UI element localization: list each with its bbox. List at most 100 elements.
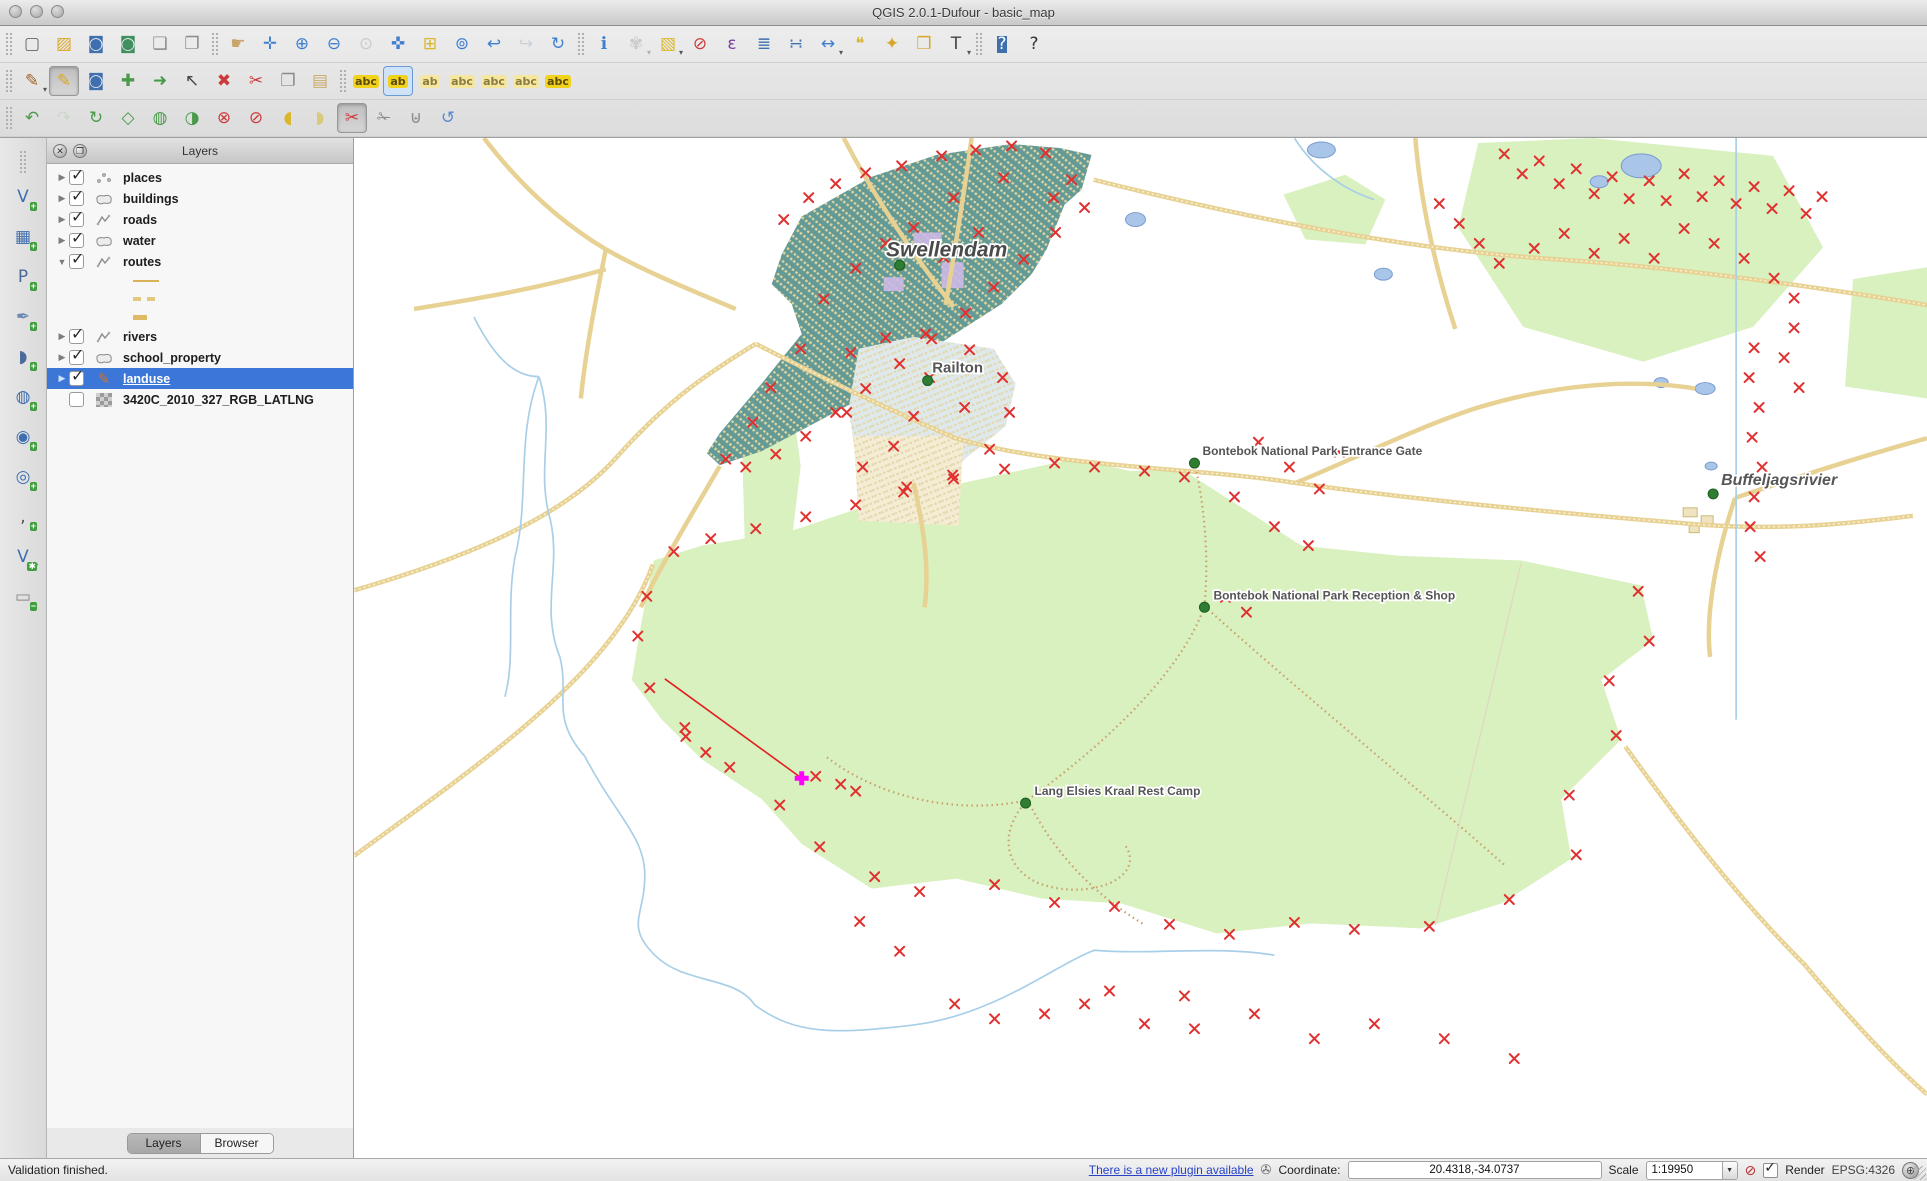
- remove-layer-button[interactable]: ▭−: [8, 582, 38, 612]
- scale-dropdown-icon[interactable]: ▼: [1722, 1162, 1737, 1179]
- layer-item-buildings[interactable]: ▶✓buildings: [47, 188, 353, 209]
- layer-item-school_property[interactable]: ▶✓school_property: [47, 347, 353, 368]
- new-project-button[interactable]: ▢: [17, 29, 47, 59]
- pan-map-button[interactable]: ☛: [223, 29, 253, 59]
- layer-visibility-checkbox[interactable]: ✓: [69, 212, 84, 227]
- pan-to-selection-button[interactable]: ✛: [255, 29, 285, 59]
- current-edits-button[interactable]: ✎▾: [17, 66, 47, 96]
- delete-selected-button[interactable]: ✖: [209, 66, 239, 96]
- rotate-point-symbols-button[interactable]: ↺: [433, 103, 463, 133]
- panel-tab-browser[interactable]: Browser: [200, 1134, 273, 1153]
- split-parts-button[interactable]: ✁: [369, 103, 399, 133]
- add-ring-button[interactable]: ◍: [145, 103, 175, 133]
- add-mssql-layer-button[interactable]: ◗+: [8, 342, 38, 372]
- run-feature-action-button[interactable]: ✾▾: [621, 29, 651, 59]
- layer-item-rivers[interactable]: ▶✓rivers: [47, 326, 353, 347]
- redo-button[interactable]: ↷: [49, 103, 79, 133]
- change-label-properties-button[interactable]: abc: [543, 66, 573, 96]
- layer-visibility-checkbox[interactable]: ✓: [69, 329, 84, 344]
- toolbar-handle[interactable]: [5, 106, 13, 130]
- layer-item-places[interactable]: ▶✓places: [47, 167, 353, 188]
- layer-item-routes[interactable]: ▼✓routes: [47, 251, 353, 272]
- resize-grip[interactable]: [1912, 1166, 1926, 1180]
- reshape-features-button[interactable]: ◖: [273, 103, 303, 133]
- scale-combo[interactable]: 1:19950 ▼: [1646, 1161, 1738, 1180]
- dropdown-arrow-icon[interactable]: ▾: [839, 48, 843, 57]
- new-plugin-link[interactable]: There is a new plugin available: [1089, 1163, 1254, 1177]
- toolbar-handle[interactable]: [577, 32, 585, 56]
- new-print-composer-button[interactable]: ❏: [145, 29, 175, 59]
- dropdown-arrow-icon[interactable]: ▾: [679, 48, 683, 57]
- unpin-labels-button[interactable]: ab: [415, 66, 445, 96]
- dropdown-arrow-icon[interactable]: ▾: [43, 85, 47, 94]
- node-tool-button[interactable]: ↖: [177, 66, 207, 96]
- add-delimited-text-layer-button[interactable]: ,+: [8, 502, 38, 532]
- new-bookmark-button[interactable]: ✦: [877, 29, 907, 59]
- zoom-next-button[interactable]: ↪: [511, 29, 541, 59]
- new-shapefile-layer-button[interactable]: V▾✱: [8, 542, 38, 572]
- cut-features-button[interactable]: ✂: [241, 66, 271, 96]
- zoom-native-button[interactable]: ⊙: [351, 29, 381, 59]
- add-wms-layer-button[interactable]: ◍+: [8, 382, 38, 412]
- layer-item-water[interactable]: ▶✓water: [47, 230, 353, 251]
- dropdown-arrow-icon[interactable]: ▾: [967, 48, 971, 57]
- layer-visibility-checkbox[interactable]: ✓: [69, 350, 84, 365]
- expand-arrow-icon[interactable]: ▶: [55, 172, 69, 183]
- layer-visibility-checkbox[interactable]: ✓: [69, 254, 84, 269]
- rotate-label-button[interactable]: abc: [511, 66, 541, 96]
- add-spatialite-layer-button[interactable]: ✒+: [8, 302, 38, 332]
- field-calculator-button[interactable]: ∺: [781, 29, 811, 59]
- show-bookmarks-button[interactable]: ❒: [909, 29, 939, 59]
- delete-ring-button[interactable]: ⊗: [209, 103, 239, 133]
- layer-visibility-checkbox[interactable]: ✓: [69, 371, 84, 386]
- toolbar-handle[interactable]: [19, 150, 27, 174]
- deselect-features-button[interactable]: ⊘: [685, 29, 715, 59]
- map-canvas[interactable]: SwellendamRailtonBontebok National Park …: [354, 138, 1927, 1158]
- simplify-feature-button[interactable]: ◇: [113, 103, 143, 133]
- composer-manager-button[interactable]: ❐: [177, 29, 207, 59]
- add-postgis-layer-button[interactable]: P+: [8, 262, 38, 292]
- save-project-as-button[interactable]: ◙: [113, 29, 143, 59]
- zoom-to-layer-button[interactable]: ⊚: [447, 29, 477, 59]
- expand-arrow-icon[interactable]: ▼: [55, 257, 69, 267]
- expand-arrow-icon[interactable]: ▶: [55, 214, 69, 225]
- open-project-button[interactable]: ▨: [49, 29, 79, 59]
- zoom-out-button[interactable]: ⊖: [319, 29, 349, 59]
- zoom-window-button[interactable]: [51, 5, 64, 18]
- plugin-icon[interactable]: ✇: [1261, 1162, 1272, 1178]
- toolbar-handle[interactable]: [975, 32, 983, 56]
- panel-tab-layers[interactable]: Layers: [128, 1134, 200, 1153]
- labeling-options-button[interactable]: abc: [351, 66, 381, 96]
- layer-item-3420C_2010_327_RGB_LATLNG[interactable]: 3420C_2010_327_RGB_LATLNG: [47, 389, 353, 410]
- zoom-last-button[interactable]: ↩: [479, 29, 509, 59]
- measure-line-button[interactable]: ↔▾: [813, 29, 843, 59]
- stop-rendering-icon[interactable]: ⊘: [1745, 1162, 1757, 1179]
- add-vector-layer-button[interactable]: V+: [8, 182, 38, 212]
- toggle-editing-button[interactable]: ✎: [49, 66, 79, 96]
- identify-features-button[interactable]: ℹ: [589, 29, 619, 59]
- map-tips-button[interactable]: ❝: [845, 29, 875, 59]
- copy-features-button[interactable]: ❐: [273, 66, 303, 96]
- toolbar-handle[interactable]: [339, 69, 347, 93]
- zoom-to-selection-button[interactable]: ⊞: [415, 29, 445, 59]
- whats-this-button[interactable]: ?: [1019, 29, 1049, 59]
- open-attribute-table-button[interactable]: ≣: [749, 29, 779, 59]
- save-project-button[interactable]: ◙: [81, 29, 111, 59]
- layer-visibility-checkbox[interactable]: ✓: [69, 233, 84, 248]
- close-window-button[interactable]: [9, 5, 22, 18]
- add-raster-layer-button[interactable]: ▦+: [8, 222, 38, 252]
- offset-curve-button[interactable]: ◗: [305, 103, 335, 133]
- layer-visibility-checkbox[interactable]: ✓: [69, 191, 84, 206]
- show-hidden-labels-button[interactable]: abc: [447, 66, 477, 96]
- expand-arrow-icon[interactable]: ▶: [55, 373, 69, 384]
- select-features-button[interactable]: ▧▾: [653, 29, 683, 59]
- expand-arrow-icon[interactable]: ▶: [55, 235, 69, 246]
- move-label-button[interactable]: abc: [479, 66, 509, 96]
- paste-features-button[interactable]: ▤: [305, 66, 335, 96]
- save-layer-edits-button[interactable]: ◙: [81, 66, 111, 96]
- layer-item-landuse[interactable]: ▶✓✎landuse: [47, 368, 353, 389]
- help-contents-button[interactable]: ?: [987, 29, 1017, 59]
- toolbar-handle[interactable]: [5, 32, 13, 56]
- move-feature-button[interactable]: ➜: [145, 66, 175, 96]
- expand-arrow-icon[interactable]: ▶: [55, 352, 69, 363]
